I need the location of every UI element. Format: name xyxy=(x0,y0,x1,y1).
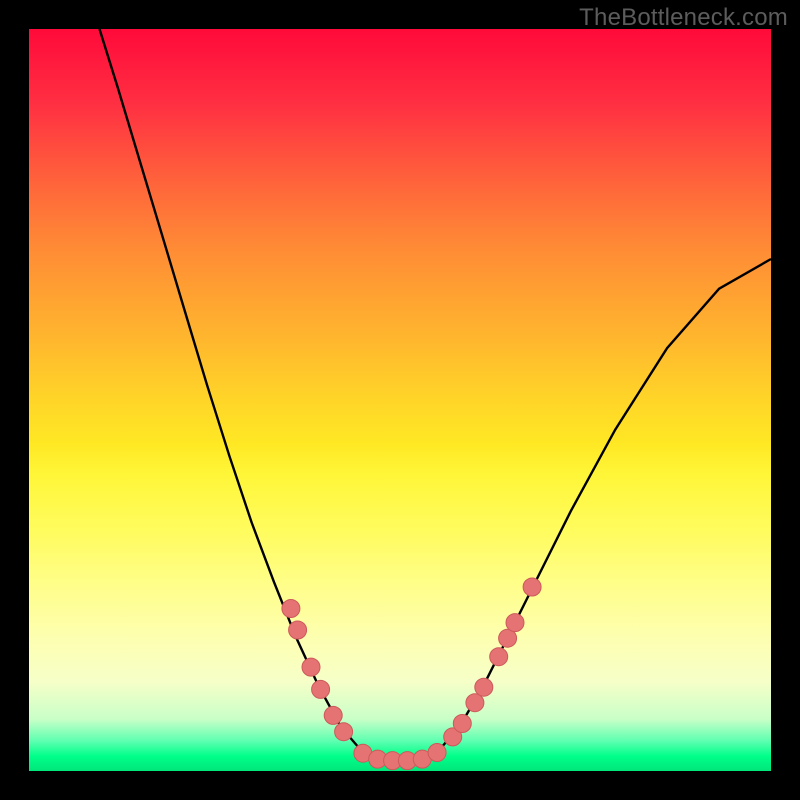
marker-point xyxy=(453,715,471,733)
marker-point xyxy=(506,614,524,632)
watermark-text: TheBottleneck.com xyxy=(579,4,788,32)
marker-point xyxy=(475,678,493,696)
marker-point xyxy=(523,578,541,596)
marker-point xyxy=(302,658,320,676)
curve-line xyxy=(100,29,772,764)
chart-svg xyxy=(0,0,800,800)
marker-point xyxy=(282,600,300,618)
marker-point xyxy=(490,648,508,666)
outer-frame: TheBottleneck.com xyxy=(0,0,800,800)
marker-point xyxy=(324,706,342,724)
marker-point xyxy=(466,694,484,712)
marker-point xyxy=(289,621,307,639)
marker-point xyxy=(312,680,330,698)
marker-points xyxy=(282,578,541,770)
marker-point xyxy=(428,744,446,762)
marker-point xyxy=(335,723,353,741)
